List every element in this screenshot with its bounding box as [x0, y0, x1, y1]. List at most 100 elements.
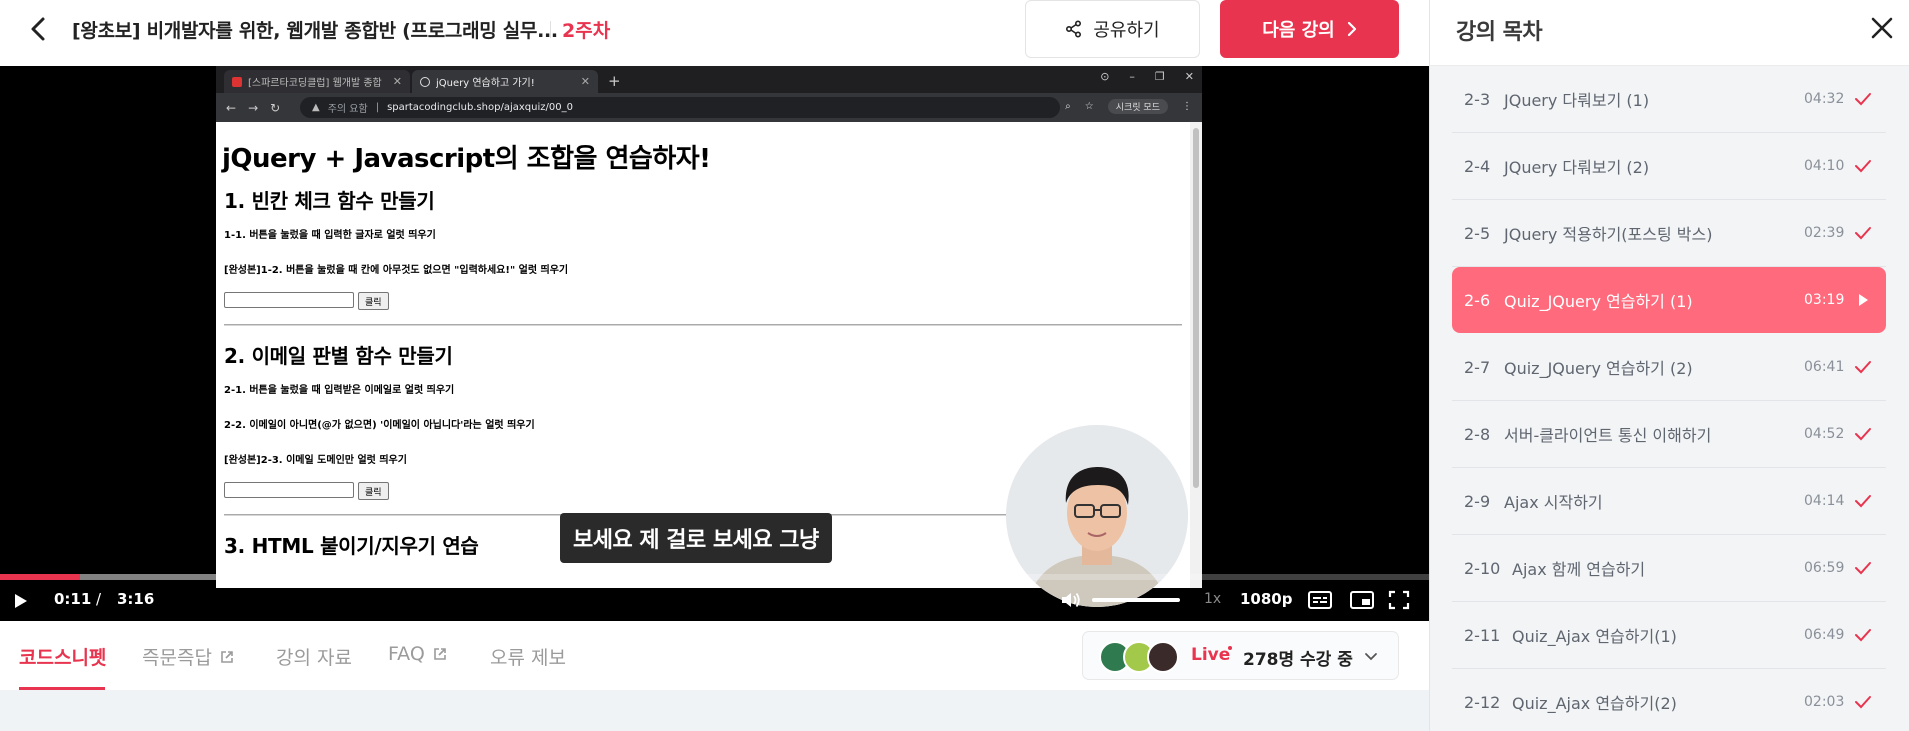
lesson-number: 2-10 [1464, 558, 1501, 578]
lesson-number: 2-6 [1464, 290, 1491, 310]
section-1-item-2: [완성본]1-2. 버튼을 눌렀을 때 칸에 아무것도 없으면 "입력하세요!"… [224, 265, 569, 276]
play-button[interactable] [10, 589, 32, 613]
section-1-item-1: 1-1. 버튼을 눌렀을 때 입력한 글자로 얼럿 띄우기 [224, 230, 436, 241]
lesson-duration: 02:39 [1804, 225, 1845, 241]
lesson-item[interactable]: 2-8 서버-클라이언트 통신 이해하기 04:52 [1452, 401, 1886, 468]
lesson-duration: 03:19 [1804, 292, 1845, 308]
lesson-number: 2-5 [1464, 223, 1491, 243]
captions-button[interactable] [1308, 590, 1332, 610]
incognito-badge: 시크릿 모드 [1107, 99, 1168, 114]
avatar [1147, 641, 1179, 673]
lesson-item[interactable]: 2-3 JQuery 다뤄보기 (1) 04:32 [1452, 66, 1886, 133]
share-button[interactable]: 공유하기 [1025, 0, 1200, 58]
tab-instant-qa[interactable]: 즉문즉답 [142, 643, 234, 670]
favicon-icon [232, 76, 242, 87]
lesson-item[interactable]: 2-7 Quiz_JQuery 연습하기 (2) 06:41 [1452, 334, 1886, 401]
lesson-duration: 06:49 [1804, 627, 1845, 643]
restore-icon: ❐ [1154, 70, 1165, 83]
minimize-icon: – [1129, 70, 1135, 83]
lesson-item[interactable]: 2-10 Ajax 함께 연습하기 06:59 [1452, 535, 1886, 602]
close-icon [1871, 17, 1893, 39]
play-icon [15, 594, 27, 608]
lesson-name: Quiz_Ajax 연습하기(1) [1512, 627, 1677, 646]
page-scroll-thumb [1193, 128, 1199, 488]
week-label: 2주차 [562, 20, 611, 42]
globe-icon [420, 76, 430, 87]
tab-faq[interactable]: FAQ [388, 643, 447, 665]
section-1-title: 1. 빈칸 체크 함수 만들기 [224, 189, 435, 213]
next-lecture-button[interactable]: 다음 강의 [1220, 0, 1399, 58]
time-separator: / [96, 590, 102, 608]
check-icon [1855, 160, 1871, 173]
check-icon [1855, 428, 1871, 441]
lesson-name: Ajax 시작하기 [1504, 493, 1603, 512]
chevron-left-icon [31, 17, 45, 41]
tab-lecture-materials[interactable]: 강의 자료 [276, 643, 352, 670]
section-divider [224, 324, 1182, 326]
tab-search-icon: ⊙ [1100, 70, 1110, 83]
lesson-number: 2-7 [1464, 357, 1491, 377]
lesson-duration: 04:14 [1804, 493, 1845, 509]
volume-button[interactable] [1060, 590, 1082, 610]
window-close-icon: ✕ [1184, 70, 1194, 83]
input-row: 클릭 [224, 292, 1196, 310]
lesson-name: Ajax 함께 연습하기 [1512, 560, 1646, 579]
tab-label: 오류 제보 [490, 647, 566, 669]
lesson-name: Quiz_JQuery 연습하기 (2) [1504, 359, 1693, 378]
section-2-item-1: 2-1. 버튼을 눌렀을 때 입력받은 이메일로 얼럿 띄우기 [224, 385, 455, 396]
lesson-duration: 06:41 [1804, 359, 1845, 375]
browser-tab-active: jQuery 연습하고 가기! ✕ [412, 70, 598, 93]
check-icon [1855, 562, 1871, 575]
lesson-item[interactable]: 2-5 JQuery 적용하기(포스팅 박스) 02:39 [1452, 200, 1886, 267]
close-icon: ✕ [580, 75, 590, 88]
lesson-item[interactable]: 2-4 JQuery 다뤄보기 (2) 04:10 [1452, 133, 1886, 200]
back-button[interactable] [20, 11, 56, 47]
pip-button[interactable] [1350, 590, 1374, 610]
current-time: 0:11 [54, 590, 92, 608]
tab-error-report[interactable]: 오류 제보 [490, 643, 566, 670]
live-indicator-dot [1228, 646, 1232, 650]
lesson-duration: 02:03 [1804, 694, 1845, 710]
page-heading: jQuery + Javascript의 조합을 연습하자! [222, 144, 711, 174]
new-tab-icon: + [608, 72, 621, 90]
check-icon [1855, 361, 1871, 374]
tab-code-snippet[interactable]: 코드스니펫 [19, 643, 106, 670]
lesson-name: JQuery 다뤄보기 (1) [1504, 91, 1650, 110]
fullscreen-button[interactable] [1388, 590, 1412, 610]
page-scrollbar [1190, 122, 1202, 588]
lesson-item[interactable]: 2-9 Ajax 시작하기 04:14 [1452, 468, 1886, 535]
viewer-avatars [1099, 641, 1179, 673]
volume-slider[interactable] [1092, 598, 1180, 602]
lesson-duration: 06:59 [1804, 560, 1845, 576]
window-controls: ⊙ – ❐ ✕ [1100, 70, 1194, 83]
lesson-duration: 04:10 [1804, 158, 1845, 174]
live-viewers-dropdown[interactable]: Live 278명 수강 중 [1082, 631, 1399, 680]
lesson-name: JQuery 다뤄보기 (2) [1504, 158, 1650, 177]
page-text-input [224, 482, 354, 498]
lesson-item[interactable]: 2-12 Quiz_Ajax 연습하기(2) 02:03 [1452, 669, 1886, 731]
lecture-player-app: [왕초보] 비개발자를 위한, 웹개발 종합반 (프로그래밍 실무... 2주차… [0, 0, 1909, 731]
live-viewer-count: 278명 수강 중 [1243, 650, 1353, 670]
playback-speed[interactable]: 1x [1204, 591, 1221, 607]
course-title: [왕초보] 비개발자를 위한, 웹개발 종합반 (프로그래밍 실무... [72, 20, 558, 42]
video-player[interactable]: [스파르타코딩클럽] 웹개발 종합 ✕ jQuery 연습하고 가기! ✕ + … [0, 66, 1429, 621]
section-2-item-2: 2-2. 이메일이 아니면(@가 없으면) '이메일이 아닙니다'라는 얼럿 띄… [224, 420, 535, 431]
lesson-item-current[interactable]: 2-6 Quiz_JQuery 연습하기 (1) 03:19 [1452, 267, 1886, 333]
video-subtitle: 보세요 제 걸로 보세요 그냥 [560, 513, 832, 563]
sidebar-title: 강의 목차 [1456, 20, 1543, 45]
tab-label: 즉문즉답 [142, 647, 212, 669]
lesson-number: 2-4 [1464, 156, 1491, 176]
lesson-number: 2-12 [1464, 692, 1501, 712]
sidebar-close-button[interactable] [1867, 13, 1897, 43]
lesson-name: Quiz_JQuery 연습하기 (1) [1504, 292, 1693, 311]
lesson-duration: 04:32 [1804, 91, 1845, 107]
browser-toolbar: ← → ↻ ▲ 주의 요함 | spartacodingclub.shop/aj… [216, 93, 1202, 122]
check-icon [1855, 227, 1871, 240]
quality-selector[interactable]: 1080p [1240, 590, 1293, 608]
lesson-name: JQuery 적용하기(포스팅 박스) [1504, 225, 1713, 244]
lesson-number: 2-3 [1464, 89, 1491, 109]
play-icon [1859, 294, 1868, 306]
lesson-item[interactable]: 2-11 Quiz_Ajax 연습하기(1) 06:49 [1452, 602, 1886, 669]
more-vert-icon: ⋮ [1182, 101, 1192, 112]
lecture-list-sidebar: 강의 목차 2-3 JQuery 다뤄보기 (1) 04:32 2-4 JQuery 다… [1429, 0, 1909, 731]
